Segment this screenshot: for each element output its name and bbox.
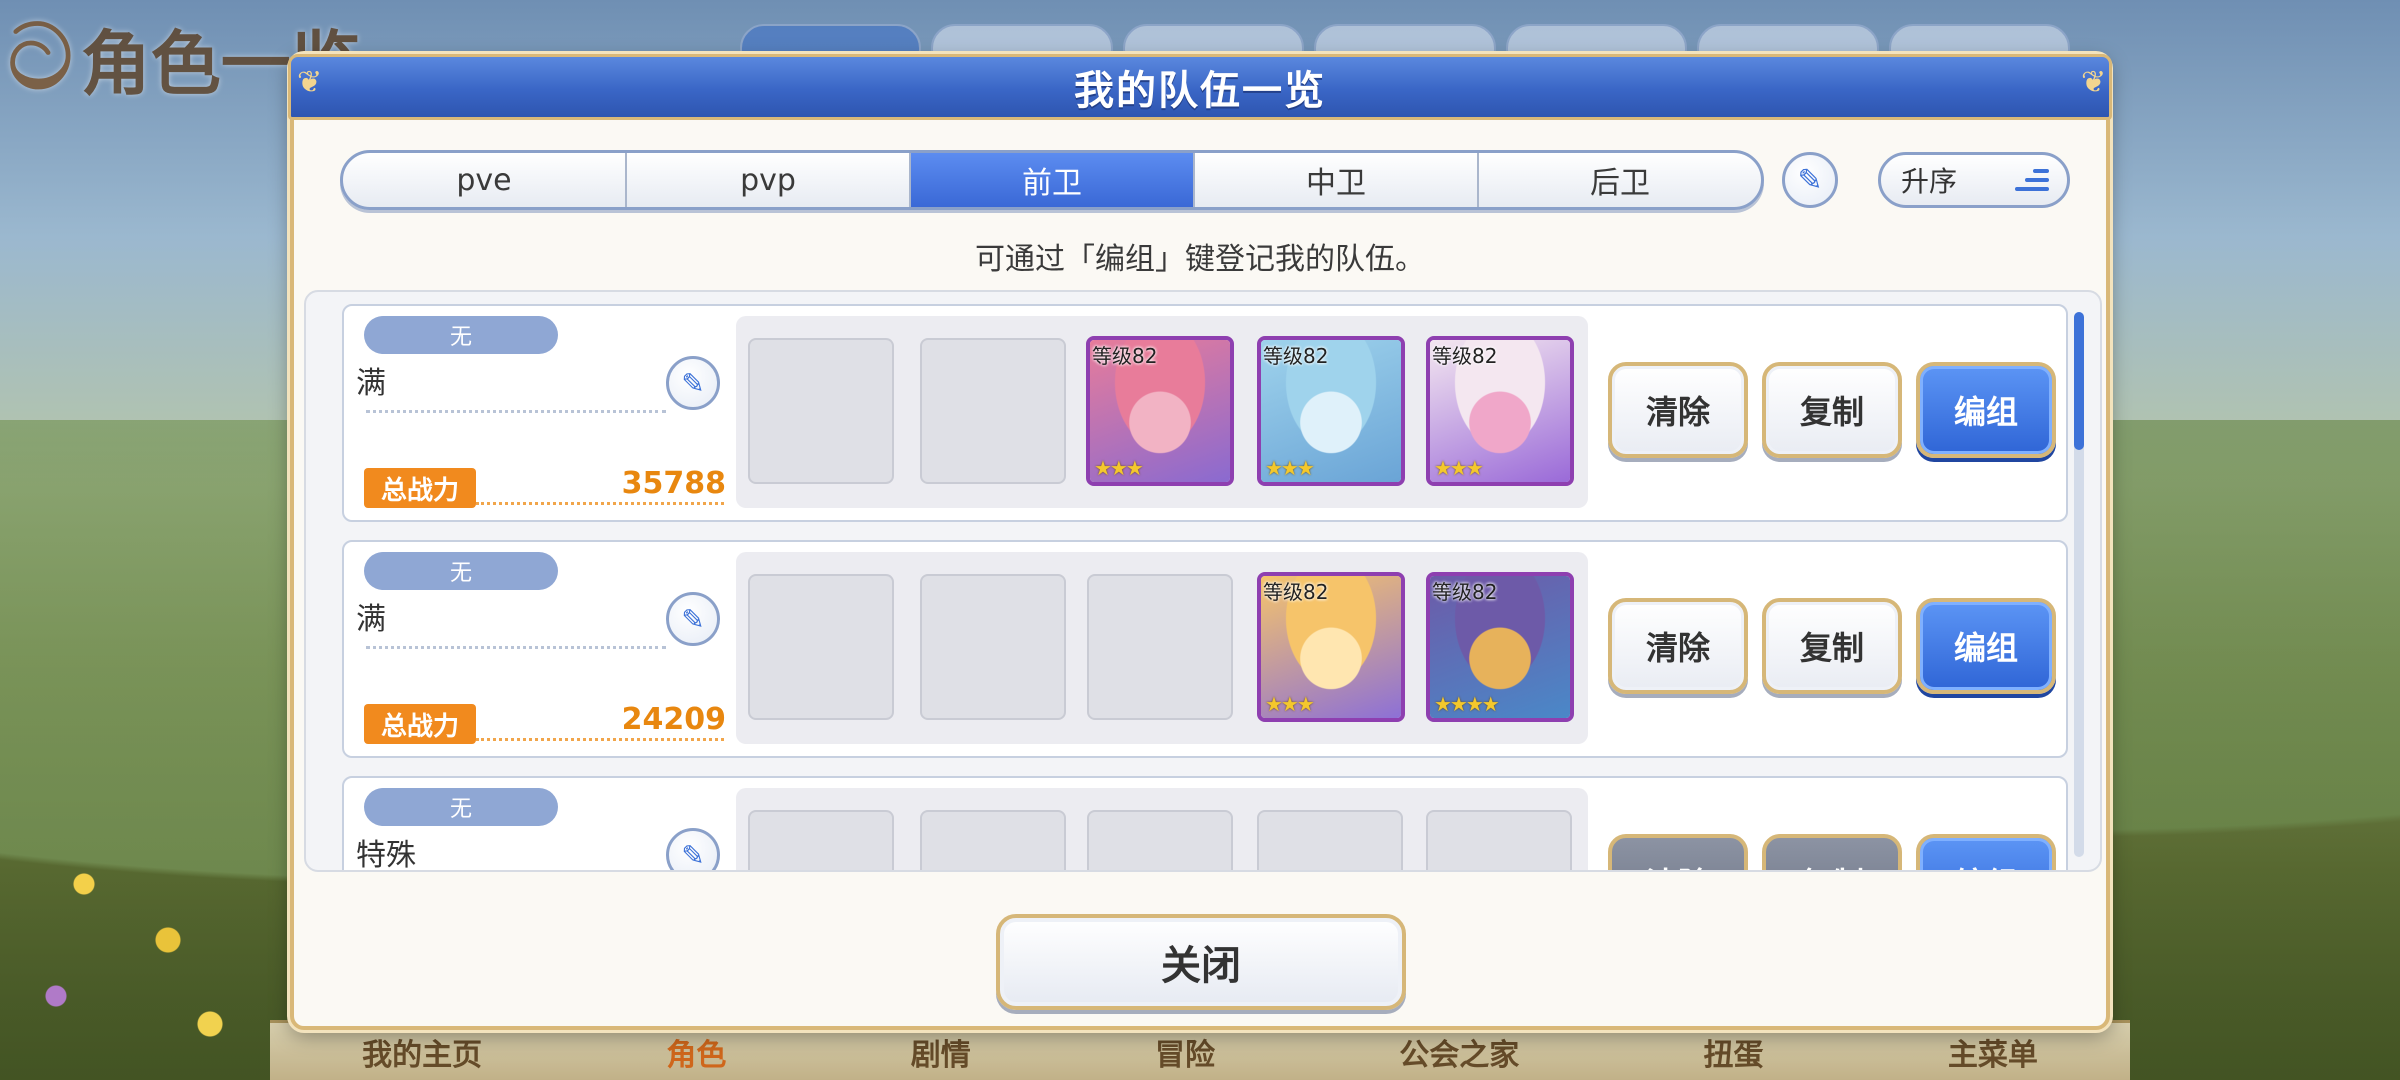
team-tag-badge: 无 [364,316,558,354]
empty-slot[interactable] [748,810,894,870]
tab-pve[interactable]: pve [343,153,627,207]
member-slots: 等级82 ★★★ 等级82 ★★★ 等级82 ★★★ [736,316,1588,508]
empty-slot[interactable] [1087,574,1233,720]
my-teams-dialog: ❦ 我的队伍一览 ❦ pve pvp 前卫 中卫 后卫 ✎ 升序 可通过「编组」… [288,54,2112,1030]
empty-slot[interactable] [920,338,1066,484]
nav-guild-house[interactable]: 公会之家 [1399,1030,1519,1074]
clear-button[interactable]: 清除 [1608,362,1748,458]
nav-main-menu[interactable]: 主菜单 [1948,1030,2038,1074]
character-card[interactable]: 等级82 ★★★ [1426,336,1574,486]
nav-character[interactable]: 角色 [666,1030,726,1074]
star-rating: ★★★ [1265,456,1315,480]
close-button[interactable]: 关闭 [996,914,1406,1010]
pencil-icon: ✎ [1797,162,1823,198]
team-row: 无 特殊 ✎ 清除 复制 编组 [342,776,2068,872]
sort-order-button[interactable]: 升序 [1878,152,2070,208]
edit-team-button[interactable]: 编组 [1916,834,2056,870]
rename-team-button[interactable]: ✎ [666,828,720,872]
pencil-icon: ✎ [681,602,705,636]
nav-story[interactable]: 剧情 [911,1030,971,1074]
total-power-label: 总战力 [364,704,476,744]
pencil-icon: ✎ [681,838,705,872]
clear-button[interactable]: 清除 [1608,598,1748,694]
empty-slot[interactable] [920,810,1066,870]
member-slots [736,788,1588,870]
team-tag-badge: 无 [364,552,558,590]
team-tag-badge: 无 [364,788,558,826]
rename-team-button[interactable]: ✎ [666,356,720,410]
tab-rear[interactable]: 后卫 [1479,153,1761,207]
empty-slot[interactable] [748,338,894,484]
tab-middle[interactable]: 中卫 [1195,153,1479,207]
total-power-value: 24209 [621,702,726,737]
team-name: 满 [356,366,386,401]
team-name: 满 [356,602,386,637]
edit-team-button[interactable]: 编组 [1916,598,2056,694]
scrollbar-thumb[interactable] [2074,312,2084,450]
ornament-icon: ට [8,5,73,110]
character-level: 等级82 [1263,344,1329,368]
tab-pvp[interactable]: pvp [627,153,911,207]
empty-slot[interactable] [748,574,894,720]
edit-team-button[interactable]: 编组 [1916,362,2056,458]
sort-label: 升序 [1901,165,1958,198]
sort-lines-icon [2015,169,2049,191]
character-card[interactable]: 等级82 ★★★ [1257,572,1405,722]
team-row: 无 满 ✎ 总战力 35788 等级82 ★★★ 等级82 ★★★ 等级82 ★… [342,304,2068,522]
empty-slot[interactable] [920,574,1066,720]
empty-slot[interactable] [1426,810,1572,870]
divider [476,502,724,505]
star-rating: ★★★ [1265,692,1315,716]
empty-slot[interactable] [1257,810,1403,870]
member-slots: 等级82 ★★★ 等级82 ★★★★ [736,552,1588,744]
clear-button[interactable]: 清除 [1608,834,1748,870]
hint-text: 可通过「编组」键登记我的队伍。 [975,242,1425,277]
copy-button[interactable]: 复制 [1762,598,1902,694]
nav-home[interactable]: 我的主页 [362,1030,482,1074]
character-level: 等级82 [1092,344,1158,368]
corner-ornament-icon: ❦ [2081,65,2107,100]
character-card[interactable]: 等级82 ★★★★ [1426,572,1574,722]
character-level: 等级82 [1432,344,1498,368]
nav-gacha[interactable]: 扭蛋 [1704,1030,1764,1074]
star-rating: ★★★ [1094,456,1144,480]
star-rating: ★★★ [1434,456,1484,480]
character-card[interactable]: 等级82 ★★★ [1257,336,1405,486]
total-power-label: 总战力 [364,468,476,508]
divider [366,646,666,649]
character-level: 等级82 [1432,580,1498,604]
character-level: 等级82 [1263,580,1329,604]
scrollbar[interactable] [2074,312,2084,857]
nav-adventure[interactable]: 冒险 [1155,1030,1215,1074]
rename-team-button[interactable]: ✎ [666,592,720,646]
pencil-icon: ✎ [681,366,705,400]
team-category-tabs: pve pvp 前卫 中卫 后卫 [340,150,1764,210]
corner-ornament-icon: ❦ [297,65,323,100]
empty-slot[interactable] [1087,810,1233,870]
divider [366,410,666,413]
copy-button[interactable]: 复制 [1762,834,1902,870]
edit-tabs-button[interactable]: ✎ [1782,152,1838,208]
character-card[interactable]: 等级82 ★★★ [1086,336,1234,486]
copy-button[interactable]: 复制 [1762,362,1902,458]
team-row: 无 满 ✎ 总战力 24209 等级82 ★★★ 等级82 ★★★★ 清除 复制… [342,540,2068,758]
dialog-title: 我的队伍一览 [1074,68,1326,114]
team-name: 特殊 [356,838,416,872]
star-rating: ★★★★ [1434,692,1500,716]
divider [476,738,724,741]
dialog-header: ❦ 我的队伍一览 ❦ [288,54,2112,120]
team-list[interactable]: 无 满 ✎ 总战力 35788 等级82 ★★★ 等级82 ★★★ 等级82 ★… [304,290,2102,872]
background-flowers [0,800,280,1080]
tab-front[interactable]: 前卫 [911,153,1195,207]
total-power-value: 35788 [621,466,726,501]
